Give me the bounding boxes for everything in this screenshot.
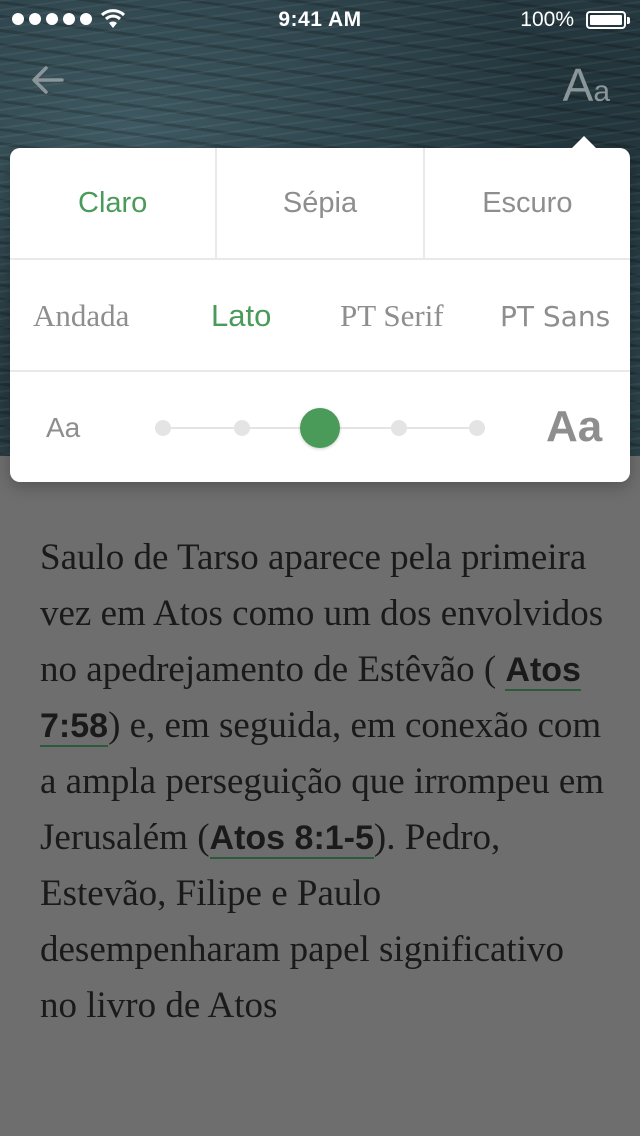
battery-percentage: 100% (520, 8, 574, 31)
theme-option-claro[interactable]: Claro (10, 148, 218, 258)
popover-arrow (572, 136, 596, 148)
font-settings-icon-small: a (593, 75, 610, 108)
status-bar: 9:41 AM 100% (0, 0, 640, 40)
slider-step[interactable] (155, 420, 171, 436)
font-settings-icon-big: A (562, 59, 594, 111)
battery-icon (586, 11, 630, 29)
reading-settings-popover: Claro Sépia Escuro Andada Lato PT Serif … (10, 136, 630, 482)
font-size-small-label: Aa (46, 412, 81, 443)
scripture-link-atos-8-1-5[interactable]: Atos 8:1-5 (209, 819, 374, 859)
back-button[interactable] (28, 60, 68, 100)
font-option-lato[interactable]: Lato (211, 298, 271, 334)
article-body: Saulo de Tarso aparece pela primeira vez… (40, 530, 610, 1034)
theme-option-escuro[interactable]: Escuro (425, 148, 630, 258)
slider-step[interactable] (390, 420, 407, 436)
font-selector: Andada Lato PT Serif PT Sans (10, 260, 630, 372)
font-settings-button[interactable]: Aa (563, 58, 610, 112)
font-size-large-label: Aa (546, 402, 603, 451)
font-size-slider[interactable] (155, 408, 485, 448)
font-size-selector: Aa Aa (10, 372, 630, 482)
font-option-pt-serif[interactable]: PT Serif (340, 298, 444, 334)
back-arrow-icon (32, 66, 64, 94)
font-option-andada[interactable]: Andada (33, 298, 129, 334)
font-option-pt-sans[interactable]: PT Sans (500, 300, 610, 333)
slider-step[interactable] (233, 420, 250, 436)
theme-option-sepia[interactable]: Sépia (217, 148, 425, 258)
slider-step[interactable] (469, 420, 485, 436)
theme-selector: Claro Sépia Escuro (10, 148, 630, 260)
slider-thumb[interactable] (300, 408, 340, 448)
